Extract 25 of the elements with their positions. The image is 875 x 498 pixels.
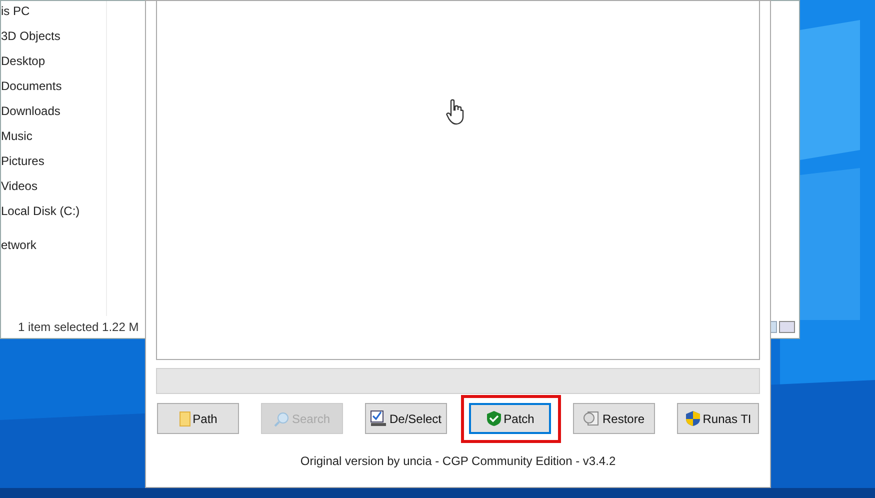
shield-check-icon: [486, 410, 502, 427]
magnifier-icon: [274, 410, 290, 426]
tiles-view-icon[interactable]: [779, 321, 795, 333]
nav-item[interactable]: Videos: [1, 178, 38, 203]
document-icon: [583, 410, 600, 427]
hand-cursor-icon: [446, 99, 464, 125]
toolbar-button[interactable]: Restore: [573, 403, 655, 434]
shield-icon: [684, 410, 701, 427]
nav-item[interactable]: Local Disk (C:): [1, 203, 80, 228]
toolbar-button[interactable]: Runas TI: [677, 403, 759, 434]
toolbar-button[interactable]: De/Select: [365, 403, 447, 434]
footer-text: Original version by uncia - CGP Community Edition - v3.4.2: [299, 453, 617, 470]
checkbox-icon: [370, 410, 388, 427]
status-text: 1 item selected 1.22 M: [17, 319, 139, 336]
nav-item[interactable]: Music: [1, 128, 32, 153]
toolbar-button[interactable]: Path: [157, 403, 239, 434]
folder-icon: [178, 410, 191, 426]
nav-item[interactable]: 3D Objects: [1, 28, 60, 53]
nav-item[interactable]: Desktop: [1, 53, 46, 78]
nav-item[interactable]: Pictures: [1, 153, 44, 178]
toolbar-button[interactable]: Patch: [469, 403, 551, 434]
nav-item[interactable]: Documents: [1, 78, 62, 103]
nav-item[interactable]: Downloads: [1, 103, 60, 128]
nav-item[interactable]: etwork: [1, 237, 36, 262]
nav-item[interactable]: is PC: [1, 3, 30, 28]
